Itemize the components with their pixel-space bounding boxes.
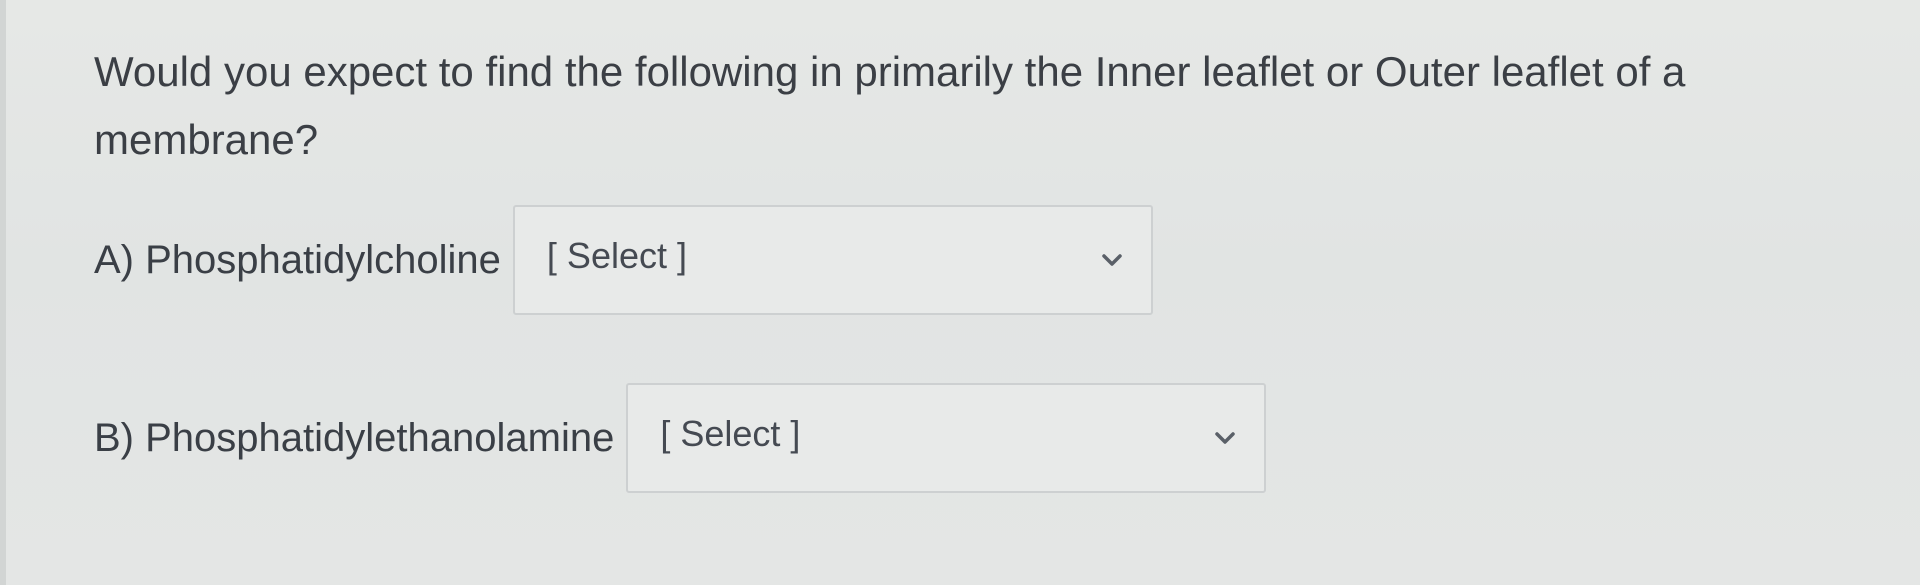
select-value-a: [ Select ] [546, 235, 687, 276]
chevron-down-icon [1212, 425, 1238, 451]
answer-row-a: A) Phosphatidylcholine [ Select ] [94, 205, 1153, 315]
chevron-down-icon [1099, 247, 1125, 273]
quiz-question-panel: Would you expect to find the following i… [0, 0, 1920, 585]
question-text: Would you expect to find the following i… [94, 48, 1686, 163]
select-dropdown-b[interactable]: [ Select ] [626, 383, 1267, 493]
item-label-a: A) Phosphatidylcholine [94, 237, 501, 282]
answer-row-b: B) Phosphatidylethanolamine [ Select ] [94, 383, 1267, 493]
item-label-b: B) Phosphatidylethanolamine [94, 415, 615, 460]
select-value-b: [ Select ] [660, 413, 801, 454]
select-dropdown-a[interactable]: [ Select ] [512, 205, 1153, 315]
